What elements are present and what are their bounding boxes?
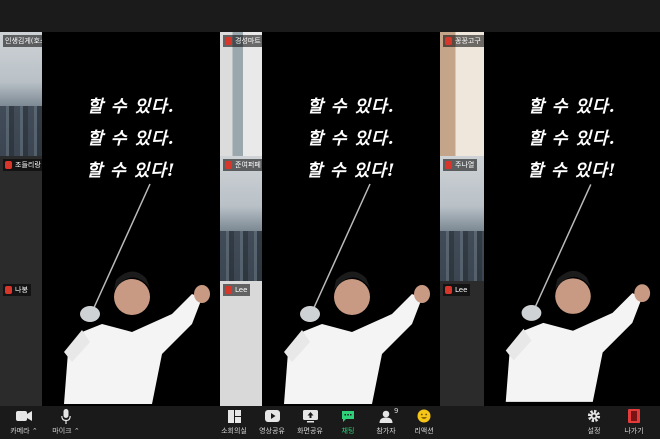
top-bar [0, 0, 660, 32]
shared-screen-panel: 할 수 있다. 할 수 있다. 할 수 있다! [42, 32, 220, 406]
participant-label: 인생김게(호스 [3, 35, 42, 47]
exit-door-icon [628, 409, 640, 423]
participant-tile[interactable]: 꽁꽁고구 [440, 32, 484, 156]
reactions-button[interactable]: 리액션 [404, 408, 444, 436]
mic-muted-icon [5, 161, 12, 169]
participant-name: 경성마트 [235, 37, 261, 45]
participant-label: Lee [223, 284, 251, 296]
leave-button[interactable]: 나가기 [614, 408, 654, 436]
participant-name: 인생김게(호스 [5, 37, 42, 45]
shared-screen-panel: 할 수 있다. 할 수 있다. 할 수 있다! [262, 32, 440, 406]
gear-icon [587, 409, 601, 423]
participant-label: 준여퍼페 [223, 159, 262, 171]
screen-share-label: 화면공유 [297, 427, 323, 435]
mic-muted-icon [225, 286, 232, 294]
participant-name: 조들리랑 [15, 161, 41, 169]
fencer-image [64, 183, 210, 404]
participant-tile[interactable]: 경성마트 [220, 32, 262, 156]
participant-label: Lee [443, 284, 471, 296]
participants-icon [379, 410, 393, 423]
mic-muted-icon [445, 286, 452, 294]
breakout-label: 소회의실 [221, 427, 247, 435]
participant-name: Lee [235, 286, 248, 294]
city-photo [0, 106, 42, 156]
smiley-icon [417, 409, 431, 423]
participant-tile[interactable]: Lee [220, 281, 262, 406]
chat-button[interactable]: 채팅 [328, 408, 368, 436]
screen-share-button[interactable]: 화면공유 [290, 408, 330, 436]
participant-tile[interactable]: 인생김게(호스 [0, 32, 42, 156]
participant-tile[interactable]: 조들리랑 [0, 156, 42, 281]
participant-name: 꽁꽁고구 [455, 37, 481, 45]
participants-label: 참가자 [376, 427, 396, 435]
participant-tile[interactable]: 주나열 [440, 156, 484, 281]
play-video-icon [264, 410, 280, 422]
video-share-label: 영상공유 [259, 427, 285, 435]
video-share-button[interactable]: 영상공유 [252, 408, 292, 436]
participant-tile[interactable]: 준여퍼페 [220, 156, 262, 281]
camera-label: 카메라 [10, 427, 30, 435]
fencer-image [505, 184, 651, 402]
participant-name: 주나열 [455, 161, 475, 169]
chat-label: 채팅 [341, 427, 355, 435]
camera-button[interactable]: 카메라 ⌃ [4, 408, 44, 436]
meeting-toolbar: 카메라 ⌃ 마이크 ⌃ 소회의실 영상공유 화면공유 채팅 9 참가자 리액션 … [0, 406, 660, 439]
participant-label: 경성마트 [223, 35, 262, 47]
mic-label: 마이크 [52, 427, 72, 435]
microphone-icon [61, 408, 71, 424]
participants-button[interactable]: 9 참가자 [366, 407, 406, 436]
chat-icon [342, 410, 354, 422]
breakout-rooms-button[interactable]: 소회의실 [214, 408, 254, 436]
participants-count-badge: 9 [394, 407, 399, 415]
participant-name: Lee [455, 286, 468, 294]
mic-button[interactable]: 마이크 ⌃ [46, 408, 86, 436]
chevron-up-icon[interactable]: ⌃ [74, 427, 80, 435]
participant-label: 조들리랑 [3, 159, 42, 171]
mic-muted-icon [445, 37, 452, 45]
participant-tile[interactable]: Lee [440, 281, 484, 406]
mic-muted-icon [225, 161, 232, 169]
fencer-image [284, 183, 430, 404]
settings-label: 설정 [587, 427, 601, 435]
participant-name: 준여퍼페 [235, 161, 261, 169]
shared-screen-panel: 할 수 있다. 할 수 있다. 할 수 있다! [484, 32, 660, 406]
participant-label: 주나열 [443, 159, 478, 171]
mic-muted-icon [5, 286, 12, 294]
city-photo [220, 231, 262, 281]
screen-share-icon [302, 409, 318, 422]
mic-muted-icon [445, 161, 452, 169]
breakout-rooms-icon [227, 409, 241, 423]
chevron-up-icon[interactable]: ⌃ [32, 427, 38, 435]
participant-label: 나봉 [3, 284, 31, 296]
participant-name: 나봉 [15, 286, 28, 294]
leave-label: 나가기 [624, 427, 644, 435]
city-photo [440, 231, 484, 281]
participant-tile[interactable]: 나봉 [0, 281, 42, 406]
mic-muted-icon [225, 37, 232, 45]
participant-label: 꽁꽁고구 [443, 35, 484, 47]
settings-button[interactable]: 설정 [574, 408, 614, 436]
reactions-label: 리액션 [414, 427, 434, 435]
camera-icon [16, 411, 32, 421]
